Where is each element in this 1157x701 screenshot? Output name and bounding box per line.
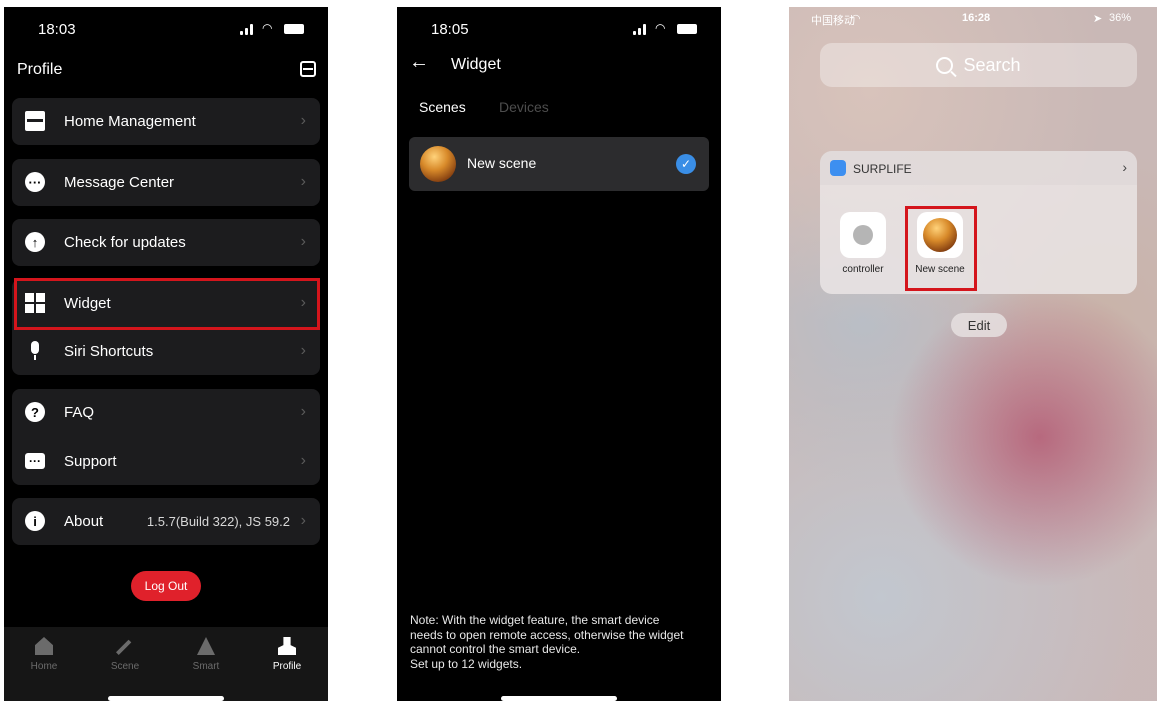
menu-item-label: About	[64, 513, 104, 530]
chat-bubble-icon: ···	[25, 172, 45, 192]
profile-screen: 18:03 ◠ Profile Home Management › ··· Me…	[4, 7, 328, 701]
app-icon	[830, 160, 846, 176]
menu-item-label: Check for updates	[64, 234, 186, 251]
menu-card: ··· Message Center ›	[12, 159, 320, 206]
search-placeholder: Search	[963, 54, 1021, 75]
smart-icon	[197, 637, 215, 655]
tab-smart[interactable]: Smart	[176, 637, 236, 672]
scene-name: New scene	[467, 155, 537, 171]
menu-item-label: Support	[64, 453, 117, 470]
menu-card: ? FAQ › ··· Support ›	[12, 389, 320, 485]
chevron-right-icon: ›	[300, 173, 306, 190]
app-name: SURPLIFE	[853, 162, 912, 176]
app-widget: SURPLIFE › controller New scene	[820, 151, 1137, 294]
search-icon	[936, 56, 954, 74]
edit-button[interactable]: Edit	[951, 313, 1007, 337]
tab-profile[interactable]: Profile	[257, 637, 317, 672]
tab-home[interactable]: Home	[14, 637, 74, 672]
note-line: Note: With the widget feature, the smart…	[410, 613, 660, 627]
tab-label: Scene	[110, 661, 140, 672]
cloud-upload-icon: ↑	[25, 232, 45, 252]
menu-item-home-management[interactable]: Home Management ›	[12, 98, 320, 144]
controller-icon	[853, 225, 873, 245]
wifi-icon: ◠	[851, 13, 861, 25]
version-value: 1.5.7(Build 322), JS 59.2	[146, 514, 290, 529]
logout-button[interactable]: Log Out	[131, 571, 201, 601]
scene-item[interactable]: New scene ✓	[409, 137, 709, 191]
battery-icon	[677, 24, 697, 34]
chevron-right-icon: ›	[300, 342, 306, 359]
ios-widget-screen: 中国移动 ◠ 16:28 ➤ 36% Search SURPLIFE › con…	[789, 7, 1157, 701]
status-time: 18:05	[431, 21, 469, 38]
info-icon: i	[25, 511, 45, 531]
menu-item-message-center[interactable]: ··· Message Center ›	[12, 159, 320, 205]
chevron-right-icon: ›	[1122, 159, 1127, 175]
wifi-icon: ◠	[655, 21, 666, 35]
highlight-box	[14, 278, 320, 330]
status-bar: 18:03 ◠	[4, 7, 328, 51]
note-line: cannot control the smart device.	[410, 642, 581, 656]
question-icon: ?	[25, 402, 45, 422]
chevron-right-icon: ›	[300, 233, 306, 250]
menu-item-label: Message Center	[64, 174, 175, 191]
signal-icon	[240, 24, 253, 35]
widget-screen: 18:05 ◠ ← Widget Scenes Devices New scen…	[397, 7, 721, 701]
widget-header[interactable]: SURPLIFE ›	[820, 151, 1137, 185]
location-icon: ➤	[1093, 13, 1103, 25]
scene-thumbnail	[420, 146, 456, 182]
menu-item-label: FAQ	[64, 404, 95, 421]
checkmark-icon[interactable]: ✓	[676, 154, 696, 174]
server-icon	[25, 111, 45, 131]
carrier-label: 中国移动	[811, 15, 855, 27]
tab-label: Profile	[272, 661, 302, 672]
microphone-icon	[25, 341, 45, 361]
menu-item-label: Home Management	[64, 113, 196, 130]
tab-scene[interactable]: Scene	[95, 637, 155, 672]
tab-bar: Home Scene Smart Profile	[4, 627, 328, 701]
menu-item-about[interactable]: i About 1.5.7(Build 322), JS 59.2 ›	[12, 498, 320, 544]
person-icon	[278, 637, 296, 655]
chevron-right-icon: ›	[300, 112, 306, 129]
tab-scenes[interactable]: Scenes	[419, 99, 466, 115]
menu-item-faq[interactable]: ? FAQ ›	[12, 389, 320, 435]
tab-label: Home	[30, 661, 58, 672]
menu-item-check-updates[interactable]: ↑ Check for updates ›	[12, 219, 320, 265]
menu-card: ↑ Check for updates ›	[12, 219, 320, 266]
tile-label: controller	[842, 264, 884, 275]
support-chat-icon: ···	[25, 453, 45, 469]
status-time: 18:03	[38, 21, 76, 38]
widget-note: Note: With the widget feature, the smart…	[410, 613, 710, 671]
tab-devices[interactable]: Devices	[499, 99, 549, 115]
status-bar: 18:05 ◠	[397, 7, 721, 51]
magic-wand-icon	[116, 639, 132, 655]
battery-icon	[284, 24, 304, 34]
menu-card: i About 1.5.7(Build 322), JS 59.2 ›	[12, 498, 320, 545]
chevron-right-icon: ›	[300, 452, 306, 469]
highlight-box	[905, 206, 977, 291]
note-line: needs to open remote access, otherwise t…	[410, 627, 684, 642]
home-indicator	[108, 696, 224, 701]
wifi-icon: ◠	[262, 21, 273, 35]
battery-percent: 36%	[1109, 12, 1132, 24]
note-line: Set up to 12 widgets.	[410, 656, 523, 671]
page-title: Widget	[451, 56, 501, 73]
chevron-right-icon: ›	[300, 403, 306, 420]
page-title: Profile	[17, 61, 63, 78]
menu-item-label: Siri Shortcuts	[64, 343, 154, 360]
home-icon	[35, 637, 53, 655]
search-bar[interactable]: Search	[820, 43, 1137, 87]
scan-icon[interactable]	[300, 61, 316, 77]
home-indicator	[501, 696, 617, 701]
signal-icon	[633, 24, 646, 35]
chevron-right-icon: ›	[300, 512, 306, 529]
status-time: 16:28	[962, 12, 991, 24]
controller-tile[interactable]	[840, 212, 886, 258]
tab-label: Smart	[192, 661, 220, 672]
menu-item-siri-shortcuts[interactable]: Siri Shortcuts ›	[12, 328, 320, 374]
menu-card: Home Management ›	[12, 98, 320, 145]
menu-item-support[interactable]: ··· Support ›	[12, 438, 320, 484]
back-arrow-icon[interactable]: ←	[409, 51, 429, 74]
